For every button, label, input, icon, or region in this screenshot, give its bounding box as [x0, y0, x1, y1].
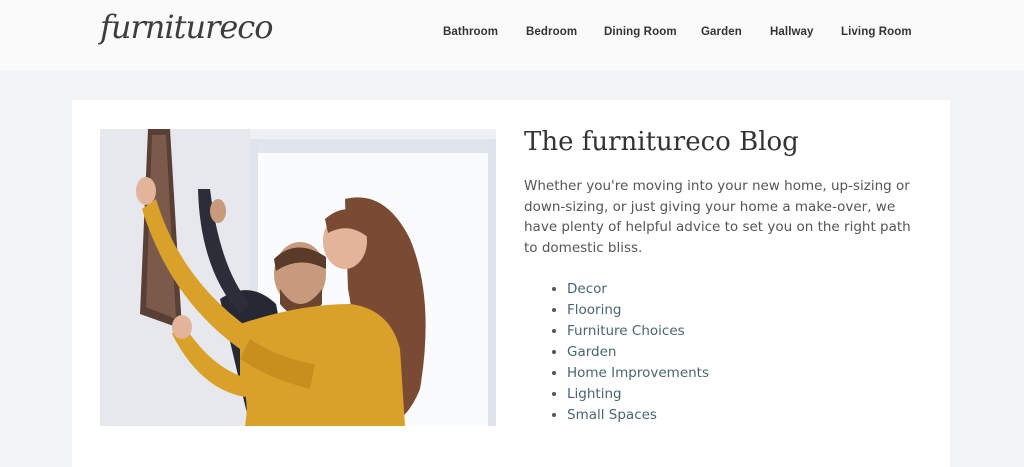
list-item: Lighting	[567, 384, 709, 405]
list-item: Decor	[567, 279, 709, 300]
list-item: Garden	[567, 342, 709, 363]
page-title: The furnitureco Blog	[524, 127, 799, 157]
category-list: Decor Flooring Furniture Choices Garden …	[547, 279, 709, 426]
main-nav: Bathroom Bedroom Dining Room Garden Hall…	[0, 26, 1024, 44]
category-link-decor[interactable]: Decor	[567, 281, 607, 297]
category-link-lighting[interactable]: Lighting	[567, 386, 622, 402]
category-link-garden[interactable]: Garden	[567, 344, 616, 360]
blog-intro-text: Whether you're moving into your new home…	[524, 178, 911, 256]
nav-item-bedroom[interactable]: Bedroom	[526, 26, 577, 38]
nav-item-dining-room[interactable]: Dining Room	[604, 26, 677, 38]
category-link-small-spaces[interactable]: Small Spaces	[567, 407, 657, 423]
nav-item-living-room[interactable]: Living Room	[841, 26, 912, 38]
nav-item-hallway[interactable]: Hallway	[770, 26, 814, 38]
nav-item-garden[interactable]: Garden	[701, 26, 742, 38]
list-item: Home Improvements	[567, 363, 709, 384]
category-link-furniture-choices[interactable]: Furniture Choices	[567, 323, 685, 339]
category-link-home-improvements[interactable]: Home Improvements	[567, 365, 709, 381]
blog-intro-card: The furnitureco Blog Whether you're movi…	[72, 100, 950, 467]
list-item: Furniture Choices	[567, 321, 709, 342]
couple-hanging-picture-photo	[100, 129, 496, 426]
list-item: Small Spaces	[567, 405, 709, 426]
nav-item-bathroom[interactable]: Bathroom	[443, 26, 498, 38]
site-header: furnitureco Bathroom Bedroom Dining Room…	[0, 0, 1024, 70]
list-item: Flooring	[567, 300, 709, 321]
category-link-flooring[interactable]: Flooring	[567, 302, 621, 318]
